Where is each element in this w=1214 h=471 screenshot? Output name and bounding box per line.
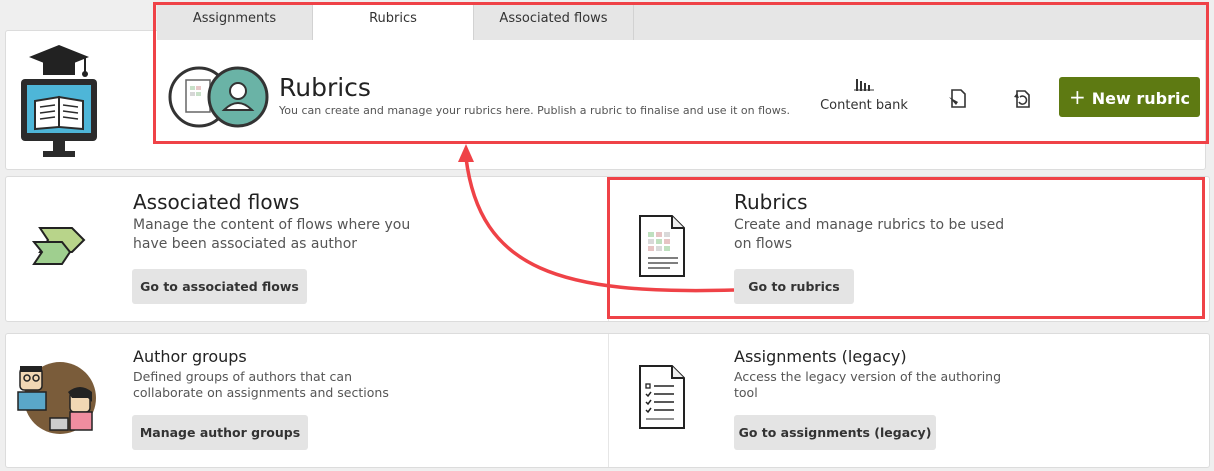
- page-title: Rubrics: [279, 73, 371, 102]
- go-to-associated-flows-button[interactable]: Go to associated flows: [132, 269, 307, 304]
- rubrics-card-description: Create and manage rubrics to be used on …: [734, 217, 1005, 252]
- flow-arrows-icon: [32, 227, 86, 265]
- content-bank-label: Content bank: [820, 98, 908, 113]
- assignments-legacy-title: Assignments (legacy): [734, 347, 907, 366]
- author-groups-description: Defined groups of authors that can colla…: [133, 369, 389, 400]
- rubrics-card-title: Rubrics: [734, 190, 808, 214]
- associated-flows-title: Associated flows: [133, 190, 300, 214]
- author-groups-title: Author groups: [133, 347, 247, 366]
- computer-graduate-icon: [21, 45, 97, 157]
- card-divider: [608, 177, 609, 321]
- manage-author-groups-button[interactable]: Manage author groups: [132, 415, 308, 450]
- sync-document-icon[interactable]: [1010, 87, 1034, 111]
- tab-assignments[interactable]: Assignments: [157, 2, 313, 40]
- tab-associated-flows[interactable]: Associated flows: [474, 2, 634, 40]
- new-rubric-button[interactable]: + New rubric: [1059, 77, 1200, 117]
- tab-bar-filler: [634, 2, 1206, 40]
- associated-flows-description: Manage the content of flows where you ha…: [133, 217, 411, 252]
- edit-document-icon[interactable]: [946, 87, 970, 111]
- rubric-sheet-icon: [639, 215, 685, 277]
- tab-bar: Assignments Rubrics Associated flows: [157, 2, 634, 40]
- page-subtitle: You can create and manage your rubrics h…: [279, 104, 791, 117]
- new-rubric-label: New rubric: [1091, 89, 1190, 108]
- go-to-assignments-legacy-button[interactable]: Go to assignments (legacy): [734, 415, 936, 450]
- user-avatar-icon: [207, 66, 269, 128]
- author-group-icon: [17, 362, 96, 434]
- checklist-document-icon: [639, 365, 685, 429]
- plus-icon: +: [1069, 85, 1086, 109]
- card-divider: [608, 334, 609, 467]
- assignments-legacy-description: Access the legacy version of the authori…: [734, 369, 1002, 400]
- bar-chart-icon: [854, 79, 874, 91]
- content-bank-button[interactable]: Content bank: [816, 76, 912, 118]
- tab-rubrics[interactable]: Rubrics: [313, 2, 474, 40]
- go-to-rubrics-button[interactable]: Go to rubrics: [734, 269, 854, 304]
